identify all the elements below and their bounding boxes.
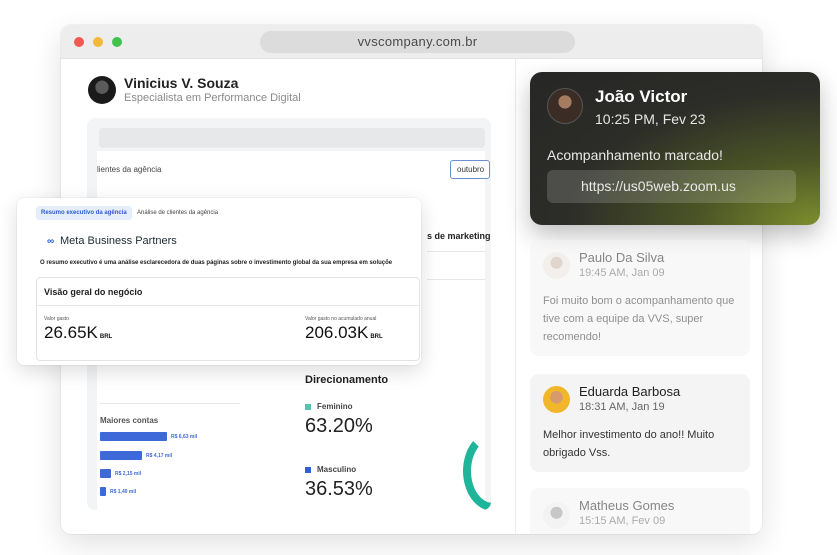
targeting-title: Direcionamento [305,374,389,386]
meta-brand: Meta Business Partners [60,235,177,247]
gender-donut-chart [463,431,491,510]
notification-avatar [547,88,583,124]
account-bar [100,469,111,478]
business-overview: Visão geral do negócio Valor gasto 26.65… [36,277,420,361]
reviewer-name: Matheus Gomes [579,498,675,513]
account-bar [100,432,167,441]
male-value: 36.53% [305,478,373,500]
top-accounts-label: Maiores contas [100,416,159,425]
female-label: Feminino [317,402,353,411]
divider [37,305,419,306]
stage: vvscompany.com.br Vinicius V. Souza Espe… [0,0,837,555]
column-divider [515,59,516,534]
meeting-link[interactable]: https://us05web.zoom.us [547,170,796,203]
divider [100,403,240,404]
review-card: Paulo Da Silva 19:45 AM, Jan 09 Foi muit… [530,240,750,356]
annual-value: 206.03K BRL [305,323,383,343]
account-bar-label: R$ 4,17 mil [146,453,173,459]
review-date: 15:15 AM, Fev 09 [579,515,666,527]
notification-card[interactable]: João Victor 10:25 PM, Fev 23 Acompanhame… [530,72,820,225]
profile-avatar [88,76,116,104]
male-label: Masculino [317,465,357,474]
profile-name: Vinicius V. Souza [124,75,239,91]
maximize-window-button[interactable] [112,37,122,47]
review-card: Eduarda Barbosa 18:31 AM, Jan 19 Melhor … [530,374,750,472]
dashboard-topbar [99,128,485,148]
month-select[interactable]: outubro [450,160,490,179]
account-bar-label: R$ 6,63 mil [171,434,198,440]
minimize-window-button[interactable] [93,37,103,47]
female-legend-swatch [305,404,311,410]
spent-number: 26.65K [44,323,98,342]
review-card: Matheus Gomes 15:15 AM, Fev 09 [530,488,750,534]
spent-label: Valor gasto [44,316,69,322]
annual-label: Valor gasto no acumulado anual [305,316,377,322]
executive-summary-card: Resumo executivo da agência Análise de c… [17,198,421,365]
reviewer-avatar [543,502,570,529]
tab-executive-summary[interactable]: Resumo executivo da agência [36,206,132,220]
clients-label: lientes da agência [97,165,162,174]
notification-message: Acompanhamento marcado! [547,147,723,163]
close-window-button[interactable] [74,37,84,47]
annual-currency: BRL [370,334,383,340]
reviewer-name: Eduarda Barbosa [579,384,681,399]
address-bar[interactable]: vvscompany.com.br [260,31,575,53]
browser-titlebar: vvscompany.com.br [61,25,762,59]
reviewer-name: Paulo Da Silva [579,250,665,265]
spent-currency: BRL [99,334,113,340]
review-date: 19:45 AM, Jan 09 [579,267,665,279]
review-text: Melhor investimento do ano!! Muito obrig… [543,429,715,459]
male-legend-swatch [305,467,311,473]
divider [427,251,485,252]
summary-description: O resumo executivo é uma análise esclare… [40,260,393,266]
account-bar-label: R$ 1,40 mil [110,489,137,495]
notification-time: 10:25 PM, Fev 23 [595,111,706,127]
profile-role: Especialista em Performance Digital [124,92,301,104]
marketing-heading: s de marketing d [427,231,491,241]
account-bar-label: R$ 2,15 mil [115,471,142,477]
meta-logo-icon: ∞ [47,236,55,247]
reviewer-avatar [543,252,570,279]
notification-sender: João Victor [595,87,688,106]
divider [427,279,485,280]
reviewer-avatar [543,386,570,413]
spent-value: 26.65K BRL [44,323,112,343]
overview-title: Visão geral do negócio [44,287,143,297]
account-bar [100,451,142,460]
review-date: 18:31 AM, Jan 19 [579,401,665,413]
female-value: 63.20% [305,415,373,437]
tab-client-analysis[interactable]: Análise de clientes da agência [137,206,218,220]
account-bar [100,487,106,496]
review-text: Foi muito bom o acompanhamento que tive … [543,295,735,343]
annual-number: 206.03K [305,323,369,342]
